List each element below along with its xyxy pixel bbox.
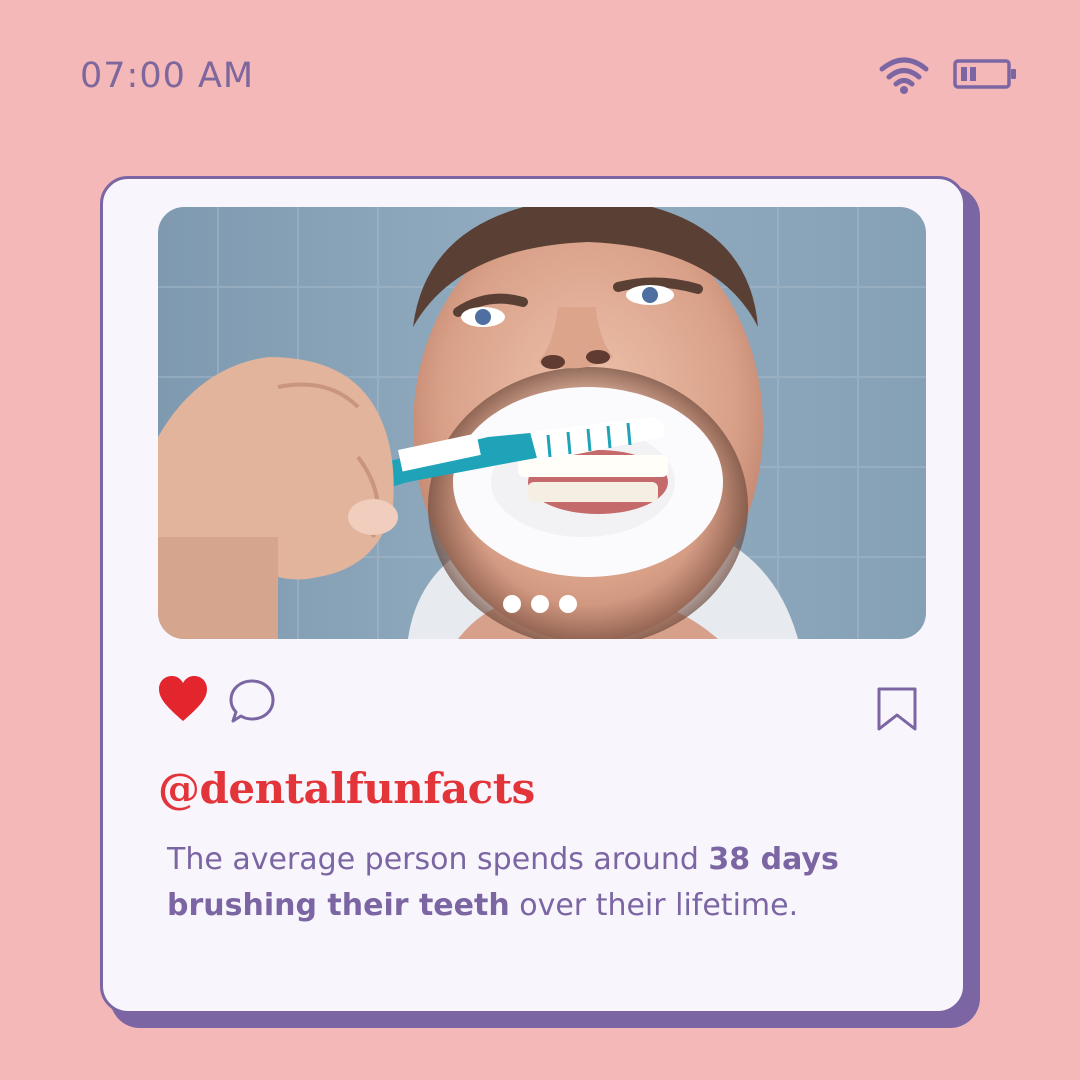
carousel-dot[interactable] — [531, 595, 549, 613]
bookmark-icon[interactable] — [875, 687, 919, 731]
post-photo[interactable] — [158, 207, 926, 639]
comment-icon[interactable] — [227, 677, 277, 727]
heart-icon[interactable] — [157, 675, 209, 723]
post-handle[interactable]: @dentalfunfacts — [158, 764, 535, 813]
post-caption: The average person spends around 38 days… — [167, 837, 927, 929]
status-bar: 07:00 AM — [0, 0, 1080, 150]
post-card: @dentalfunfacts The average person spend… — [100, 176, 966, 1014]
carousel-dot[interactable] — [503, 595, 521, 613]
status-time: 07:00 AM — [80, 56, 255, 96]
wifi-icon — [879, 57, 929, 94]
battery-low-icon — [953, 59, 1016, 89]
carousel-dot[interactable] — [559, 595, 577, 613]
caption-text: The average person spends around — [167, 842, 709, 877]
caption-text-end: over their lifetime. — [509, 888, 799, 923]
carousel-indicator — [503, 595, 577, 613]
man-brushing-teeth-image — [158, 207, 926, 639]
